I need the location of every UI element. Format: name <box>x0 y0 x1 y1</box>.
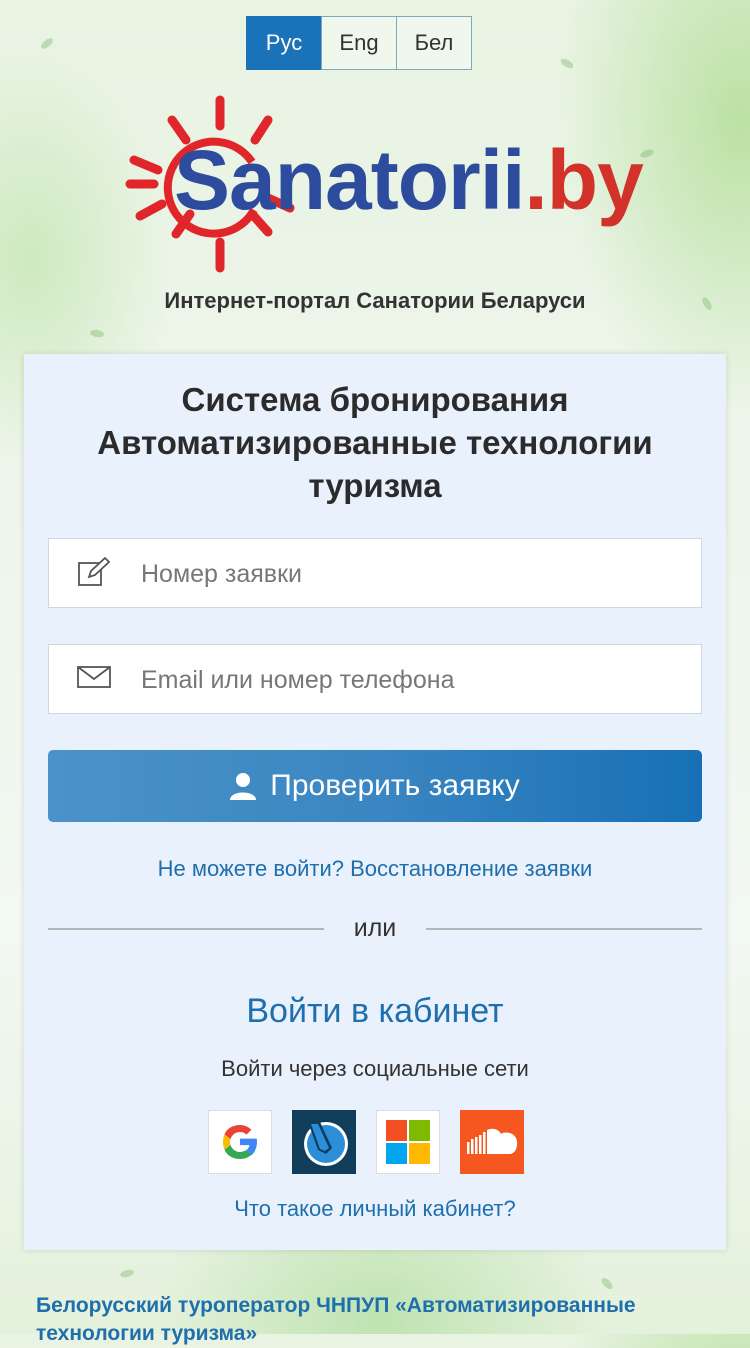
card-title: Система бронирования Автоматизированные … <box>97 381 653 504</box>
envelope-icon <box>77 666 111 688</box>
lang-be-button[interactable]: Бел <box>396 16 472 70</box>
site-logo[interactable]: Sanatorii.by <box>120 92 644 277</box>
livejournal-login-button[interactable] <box>292 1110 356 1174</box>
check-order-button[interactable]: Проверить заявку <box>48 750 702 822</box>
user-icon <box>230 773 257 800</box>
tagline: Интернет-портал Санатории Беларуси <box>164 288 586 313</box>
google-icon <box>223 1125 257 1159</box>
order-number-field[interactable] <box>48 538 702 608</box>
leaf-decoration <box>119 1268 135 1279</box>
soundcloud-icon <box>467 1128 518 1154</box>
divider-right <box>426 928 702 930</box>
what-is-cabinet-link[interactable]: Что такое личный кабинет? <box>24 1196 726 1222</box>
livejournal-icon <box>304 1122 348 1166</box>
google-login-button[interactable] <box>208 1110 272 1174</box>
lang-en-button[interactable]: Eng <box>321 16 397 70</box>
cabinet-login-link[interactable]: Войти в кабинет <box>24 992 726 1031</box>
language-switcher: Рус Eng Бел <box>246 16 472 70</box>
contact-input[interactable] <box>139 659 683 701</box>
contact-field[interactable] <box>48 644 702 714</box>
soundcloud-login-button[interactable] <box>460 1110 524 1174</box>
leaf-decoration <box>559 56 575 71</box>
leaf-decoration <box>89 328 105 339</box>
edit-icon <box>78 557 111 586</box>
logo-text: Sanatorii.by <box>174 133 644 227</box>
order-number-input[interactable] <box>139 553 683 595</box>
leaf-decoration <box>39 36 55 51</box>
social-login-label: Войти через социальные сети <box>221 1056 529 1081</box>
leaf-decoration <box>599 1276 615 1291</box>
check-order-label: Проверить заявку <box>270 769 520 802</box>
footer-operator-text[interactable]: Белорусский туроператор ЧНПУП «Автоматиз… <box>36 1292 726 1348</box>
microsoft-login-button[interactable] <box>376 1110 440 1174</box>
recover-order-link[interactable]: Не можете войти? Восстановление заявки <box>24 856 726 882</box>
booking-card: Система бронирования Автоматизированные … <box>24 354 726 1250</box>
microsoft-icon <box>386 1120 430 1164</box>
lang-ru-button[interactable]: Рус <box>246 16 322 70</box>
